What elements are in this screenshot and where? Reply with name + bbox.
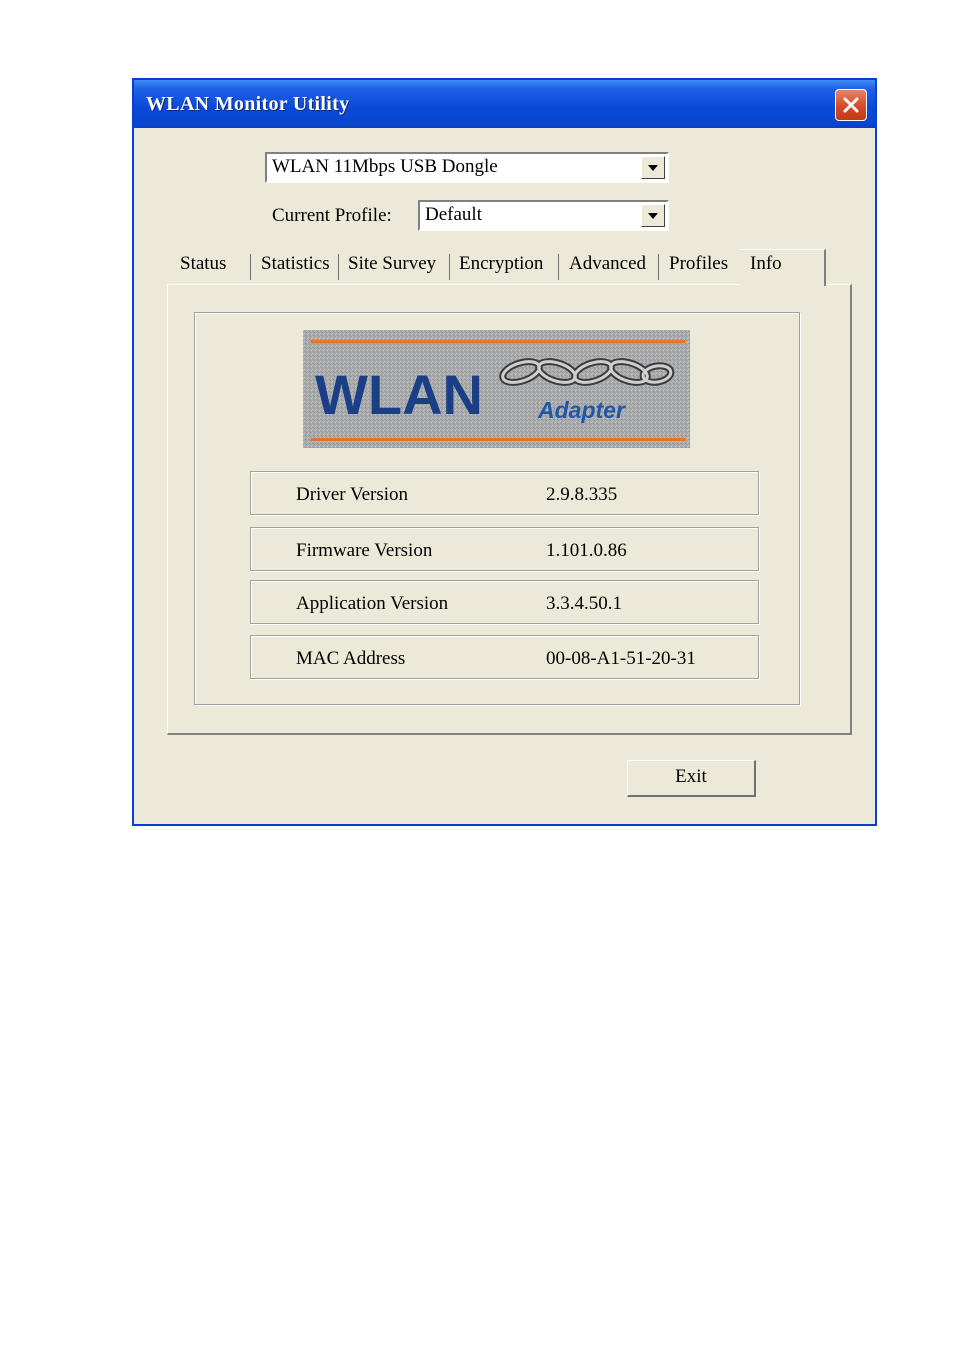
firmware-version-value: 1.101.0.86	[546, 540, 627, 561]
driver-version-label: Driver Version	[296, 484, 409, 505]
exit-button-label: Exit	[675, 766, 707, 787]
mac-address-value: 00-08-A1-51-20-31	[546, 648, 696, 669]
firmware-version-label: Firmware Version	[296, 540, 433, 561]
adapter-select-value: WLAN 11Mbps USB Dongle	[272, 156, 498, 177]
tab-divider	[658, 254, 659, 280]
application-version-label: Application Version	[296, 593, 449, 614]
logo-text-main: WLAN	[315, 363, 483, 426]
adapter-select[interactable]: WLAN 11Mbps USB Dongle	[265, 152, 669, 183]
driver-version-row: Driver Version 2.9.8.335	[250, 471, 759, 515]
title-bar[interactable]: WLAN Monitor Utility	[134, 80, 875, 128]
tab-site-survey[interactable]: Site Survey	[348, 253, 436, 275]
firmware-version-row: Firmware Version 1.101.0.86	[250, 527, 759, 571]
close-icon	[843, 97, 859, 113]
application-version-row: Application Version 3.3.4.50.1	[250, 580, 759, 624]
tab-info-label: Info	[750, 253, 782, 274]
logo-stripe-top	[311, 340, 685, 343]
logo-stripe-bottom	[311, 438, 685, 441]
tab-divider	[250, 254, 251, 280]
profile-dropdown-button[interactable]	[641, 204, 665, 227]
chevron-down-icon	[648, 213, 658, 219]
tab-encryption[interactable]: Encryption	[459, 253, 543, 275]
window-title: WLAN Monitor Utility	[146, 93, 350, 115]
tab-status[interactable]: Status	[180, 253, 226, 275]
wlan-adapter-logo: WLAN Adapter	[303, 330, 690, 448]
tab-advanced[interactable]: Advanced	[569, 253, 646, 275]
mac-address-label: MAC Address	[296, 648, 406, 669]
adapter-dropdown-button[interactable]	[641, 156, 665, 179]
profile-select-value: Default	[425, 204, 482, 225]
mac-address-row: MAC Address 00-08-A1-51-20-31	[250, 635, 759, 679]
tab-statistics[interactable]: Statistics	[261, 253, 330, 275]
tab-profiles[interactable]: Profiles	[669, 253, 728, 275]
tab-divider	[338, 254, 339, 280]
close-button[interactable]	[835, 89, 867, 121]
chevron-down-icon	[648, 165, 658, 171]
logo-text-sub: Adapter	[537, 397, 626, 423]
tab-divider	[449, 254, 450, 280]
profile-select[interactable]: Default	[418, 200, 669, 231]
current-profile-label: Current Profile:	[272, 205, 392, 226]
exit-button[interactable]: Exit	[627, 760, 756, 797]
application-version-value: 3.3.4.50.1	[546, 593, 622, 614]
tab-divider	[558, 254, 559, 280]
driver-version-value: 2.9.8.335	[546, 484, 618, 505]
tab-info[interactable]: Info	[740, 249, 826, 286]
